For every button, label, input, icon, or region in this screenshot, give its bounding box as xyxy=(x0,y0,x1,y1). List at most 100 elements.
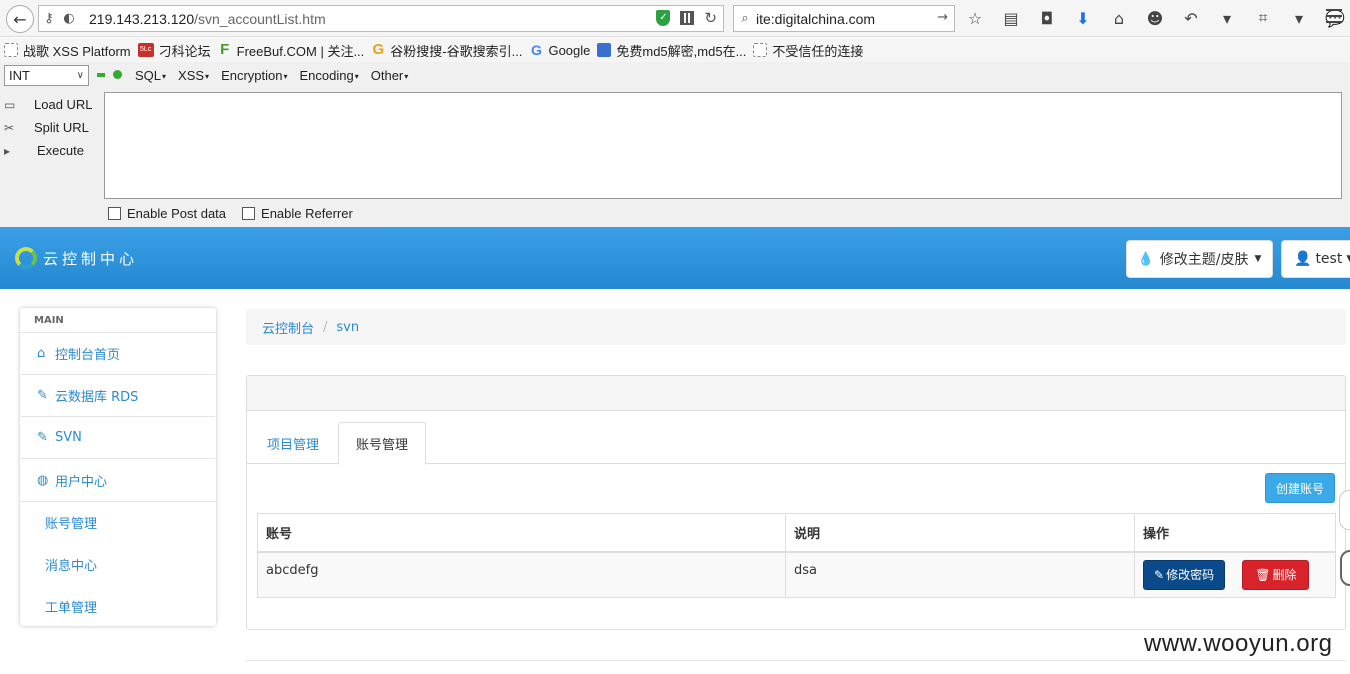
sidebar-item-user-center[interactable]: ◍ 用户中心 xyxy=(21,459,215,501)
sidebar-subitem-tickets[interactable]: 工单管理 xyxy=(20,585,216,627)
url-textarea[interactable] xyxy=(104,92,1342,199)
dropdown-icon[interactable]: ▾ xyxy=(1216,8,1238,28)
change-password-button[interactable]: ✎ 修改密码 xyxy=(1143,559,1226,590)
browser-toolbar: ☆ ▤ ◘ ⬇ ⌂ ☻ ↶ ▾ ⌗ ▾ 💬 xyxy=(964,8,1346,28)
table-row: abcdefg dsa ✎ 修改密码 🗑 删除 xyxy=(257,551,1336,598)
plus-icon[interactable] xyxy=(113,70,122,79)
menu-sql[interactable]: SQL xyxy=(135,68,166,83)
sidebar-item-dashboard[interactable]: ⌂ 控制台首页 xyxy=(21,333,215,375)
table-header-row: 账号 说明 操作 xyxy=(257,513,1336,553)
bookmark-label: Google xyxy=(548,42,591,58)
breadcrumb: 云控制台 / svn xyxy=(246,309,1346,345)
breadcrumb-svn[interactable]: svn xyxy=(336,320,359,335)
menu-xss[interactable]: XSS xyxy=(178,68,209,83)
tab-accounts[interactable]: 账号管理 xyxy=(338,422,426,465)
play-icon: ▸ xyxy=(4,143,11,158)
browser-navbar: ← ⚷ ◐ 219.143.213.120/svn_accountList.ht… xyxy=(0,0,1350,37)
execute-button[interactable]: ▸ Execute xyxy=(4,139,93,162)
bookmark-item[interactable]: F FreeBuf.COM | 关注... xyxy=(218,41,365,60)
bookmark-item[interactable]: 5Lc 刁科论坛 xyxy=(137,41,211,60)
checkbox-icon xyxy=(108,207,121,220)
reading-list-icon[interactable]: ▤ xyxy=(1000,8,1022,28)
hackbar: INT∨ SQL XSS Encryption Encoding Other ▭… xyxy=(0,62,1350,227)
bookmark-label: 刁科论坛 xyxy=(158,43,211,59)
search-bar[interactable]: ⌕ ite:digitalchina.com → xyxy=(733,5,955,32)
app-header: 云控制中心 💧 修改主题/皮肤 ▼ 👤 test ▼ xyxy=(0,227,1350,289)
smiley-icon[interactable]: ☻ xyxy=(1144,8,1166,28)
sidebar-section-title: MAIN xyxy=(20,308,216,333)
dropdown-icon[interactable]: ▾ xyxy=(1288,8,1310,28)
type-select[interactable]: INT ∨ xyxy=(4,65,89,86)
cell-actions: ✎ 修改密码 🗑 删除 xyxy=(1134,551,1336,598)
accounts-table: 账号 说明 操作 abcdefg dsa ✎ 修改密码 🗑 删除 xyxy=(257,513,1336,598)
bookmark-label: FreeBuf.COM | 关注... xyxy=(236,43,365,59)
theme-button[interactable]: 💧 修改主题/皮肤 ▼ xyxy=(1126,240,1273,278)
undo-icon[interactable]: ↶ xyxy=(1180,8,1202,28)
scissors-icon: ✂ xyxy=(4,120,15,135)
sidebar-item-svn[interactable]: ✎ SVN xyxy=(21,417,215,459)
minus-icon[interactable] xyxy=(97,73,105,77)
scroll-handle[interactable] xyxy=(1339,490,1350,530)
chevron-down-icon: ∨ xyxy=(76,70,84,81)
star-icon[interactable]: ☆ xyxy=(964,8,986,28)
bookmark-favicon-icon: G xyxy=(531,42,542,58)
tabs: 项目管理 账号管理 xyxy=(247,422,1345,465)
url-text: 219.143.213.120/svn_accountList.htm xyxy=(89,10,326,27)
panel-heading xyxy=(247,376,1345,411)
bookmark-item[interactable]: 不受信任的连接 xyxy=(753,41,863,60)
bookmarks-bar: 战歌 XSS Platform 5Lc 刁科论坛 F FreeBuf.COM | 关注.… xyxy=(0,38,1350,62)
back-button[interactable]: ← xyxy=(6,5,34,33)
home-icon[interactable]: ⌂ xyxy=(1108,8,1130,28)
printer-icon: ▭ xyxy=(4,97,16,112)
arrow-right-icon[interactable]: → xyxy=(937,10,948,25)
hamburger-menu-icon[interactable] xyxy=(1326,9,1342,23)
enable-post-checkbox[interactable]: Enable Post data xyxy=(108,206,226,221)
download-icon[interactable]: ⬇ xyxy=(1072,8,1094,28)
droplet-icon: 💧 xyxy=(1137,251,1154,267)
home-icon: ⌂ xyxy=(37,346,46,361)
edit-icon: ✎ xyxy=(37,430,48,445)
url-bar[interactable]: ⚷ ◐ 219.143.213.120/svn_accountList.htm … xyxy=(38,5,724,32)
search-input[interactable]: ite:digitalchina.com xyxy=(756,11,875,27)
reload-icon[interactable]: ↻ xyxy=(704,9,717,27)
trash-icon: 🗑 xyxy=(1255,567,1271,582)
sidebar-subitem-messages[interactable]: 消息中心 xyxy=(20,543,216,585)
column-header-description: 说明 xyxy=(785,513,1135,553)
logo[interactable]: 云控制中心 xyxy=(15,247,138,269)
menu-encryption[interactable]: Encryption xyxy=(221,68,287,83)
enable-referrer-checkbox[interactable]: Enable Referrer xyxy=(242,206,353,221)
delete-button[interactable]: 🗑 删除 xyxy=(1242,559,1310,590)
tab-projects[interactable]: 项目管理 xyxy=(249,422,337,464)
checkbox-icon xyxy=(242,207,256,220)
edit-icon: ✎ xyxy=(1154,567,1165,582)
side-widget-handle[interactable] xyxy=(1340,550,1350,586)
bookmark-favicon-icon: F xyxy=(220,41,230,58)
user-menu-button[interactable]: 👤 test ▼ xyxy=(1281,240,1350,278)
breadcrumb-console[interactable]: 云控制台 xyxy=(262,318,314,337)
bookmark-item[interactable]: G Google xyxy=(529,43,590,58)
menu-other[interactable]: Other xyxy=(371,68,409,83)
user-icon: 👤 xyxy=(1294,251,1312,267)
bookmark-favicon-icon: 5Lc xyxy=(137,43,154,57)
load-url-button[interactable]: ▭ Load URL xyxy=(4,93,93,116)
edit-icon: ✎ xyxy=(37,388,48,403)
shield-icon[interactable]: ✓ xyxy=(656,10,671,26)
bookmark-item[interactable]: 免费md5解密,md5在... xyxy=(597,41,746,60)
watermark: www.wooyun.org xyxy=(1144,630,1333,657)
split-url-button[interactable]: ✂ Split URL xyxy=(4,116,93,139)
cell-account: abcdefg xyxy=(257,551,786,598)
qr-code-icon[interactable] xyxy=(680,11,695,25)
sidebar-item-rds[interactable]: ✎ 云数据库 RDS xyxy=(21,375,215,417)
sidebar-subitem-accounts[interactable]: 账号管理 xyxy=(20,501,216,543)
bookmark-label: 战歌 XSS Platform xyxy=(23,43,131,59)
bookmark-item[interactable]: G 谷粉搜搜-谷歌搜索引... xyxy=(371,41,522,60)
pocket-icon[interactable]: ◘ xyxy=(1036,8,1058,28)
bookmark-favicon-icon xyxy=(597,43,612,57)
crop-icon[interactable]: ⌗ xyxy=(1252,8,1274,28)
caret-down-icon: ▼ xyxy=(1346,254,1350,264)
content-panel: 项目管理 账号管理 创建账号 账号 说明 操作 abcdefg dsa ✎ 修改… xyxy=(246,375,1346,630)
create-account-button[interactable]: 创建账号 xyxy=(1265,473,1335,503)
bookmark-item[interactable]: 战歌 XSS Platform xyxy=(4,41,131,60)
menu-encoding[interactable]: Encoding xyxy=(300,68,359,83)
arrow-left-icon: ← xyxy=(13,9,27,29)
